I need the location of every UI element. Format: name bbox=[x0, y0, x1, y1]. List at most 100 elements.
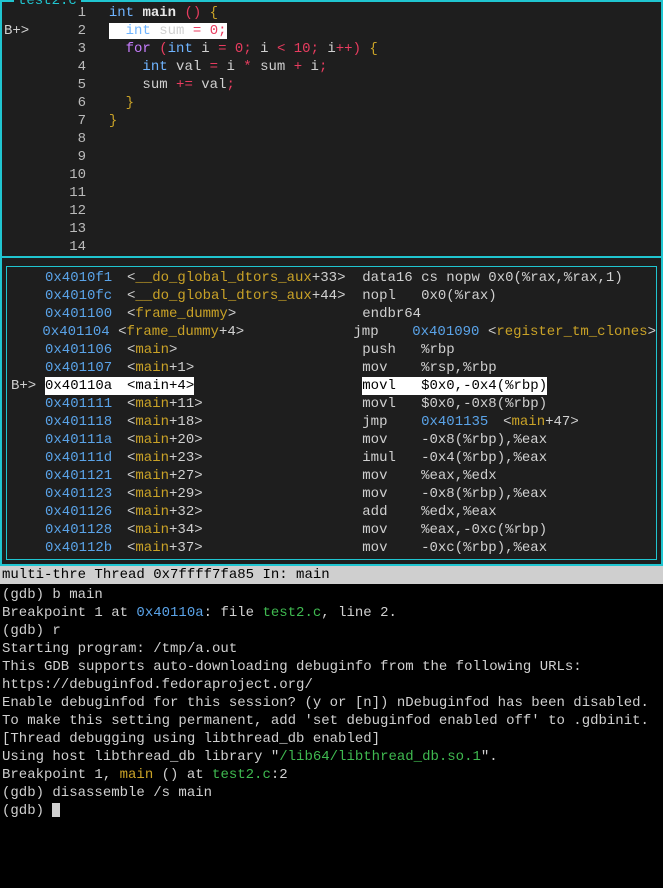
console-line: To make this setting permanent, add 'set… bbox=[2, 712, 661, 730]
breakpoint-margin[interactable] bbox=[11, 269, 45, 287]
line-number: 9 bbox=[64, 148, 92, 166]
asm-symbol: main bbox=[135, 468, 169, 484]
breakpoint-margin[interactable] bbox=[2, 130, 64, 148]
source-code: for (int i = 0; i < 10; i++) { bbox=[92, 40, 661, 58]
breakpoint-margin[interactable] bbox=[11, 323, 42, 341]
breakpoint-margin[interactable] bbox=[11, 431, 45, 449]
line-number: 3 bbox=[64, 40, 92, 58]
console-line: Enable debuginfod for this session? (y o… bbox=[2, 694, 661, 712]
source-line[interactable]: 8 bbox=[2, 130, 661, 148]
asm-symbol: __do_global_dtors_aux bbox=[135, 288, 311, 304]
asm-line[interactable]: 0x401118 <main+18> jmp 0x401135 <main+47… bbox=[7, 413, 656, 431]
asm-line[interactable]: 0x40111d <main+23> imul -0x4(%rbp),%eax bbox=[7, 449, 656, 467]
breakpoint-margin[interactable] bbox=[11, 521, 45, 539]
asm-instruction: mov -0xc(%rbp),%eax bbox=[362, 539, 547, 557]
breakpoint-margin[interactable] bbox=[11, 287, 45, 305]
breakpoint-margin[interactable] bbox=[11, 359, 45, 377]
source-line[interactable]: 10 bbox=[2, 166, 661, 184]
asm-line[interactable]: 0x40111a <main+20> mov -0x8(%rbp),%eax bbox=[7, 431, 656, 449]
asm-address: 0x4010fc bbox=[45, 287, 127, 305]
asm-instruction: push %rbp bbox=[362, 341, 454, 359]
breakpoint-margin[interactable] bbox=[11, 341, 45, 359]
source-line[interactable]: 11 bbox=[2, 184, 661, 202]
asm-line[interactable]: 0x401104 <frame_dummy+4> jmp 0x401090 <r… bbox=[7, 323, 656, 341]
source-code: sum += val; bbox=[92, 76, 661, 94]
breakpoint-margin[interactable] bbox=[11, 413, 45, 431]
breakpoint-margin[interactable] bbox=[11, 485, 45, 503]
source-code: int sum = 0; bbox=[92, 22, 661, 40]
breakpoint-margin[interactable] bbox=[11, 467, 45, 485]
breakpoint-margin[interactable] bbox=[11, 539, 45, 557]
source-line[interactable]: 12 bbox=[2, 202, 661, 220]
asm-line[interactable]: 0x401126 <main+32> add %edx,%eax bbox=[7, 503, 656, 521]
breakpoint-margin[interactable] bbox=[2, 76, 64, 94]
source-line[interactable]: 13 bbox=[2, 220, 661, 238]
asm-address: 0x40110a bbox=[45, 377, 127, 395]
source-line[interactable]: 9 bbox=[2, 148, 661, 166]
breakpoint-margin[interactable] bbox=[2, 202, 64, 220]
breakpoint-margin[interactable] bbox=[11, 305, 45, 323]
asm-instruction: movl $0x0,-0x8(%rbp) bbox=[362, 395, 547, 413]
asm-line[interactable]: B+>0x40110a <main+4> movl $0x0,-0x4(%rbp… bbox=[7, 377, 656, 395]
cursor[interactable] bbox=[52, 803, 60, 817]
asm-line[interactable]: 0x401100 <frame_dummy> endbr64 bbox=[7, 305, 656, 323]
console-line: This GDB supports auto-downloading debug… bbox=[2, 658, 661, 676]
breakpoint-margin[interactable] bbox=[2, 58, 64, 76]
source-line[interactable]: 7 } bbox=[2, 112, 661, 130]
line-number: 11 bbox=[64, 184, 92, 202]
asm-line[interactable]: 0x401111 <main+11> movl $0x0,-0x8(%rbp) bbox=[7, 395, 656, 413]
breakpoint-margin[interactable] bbox=[2, 112, 64, 130]
breakpoint-margin[interactable] bbox=[2, 184, 64, 202]
asm-body[interactable]: 0x4010f1 <__do_global_dtors_aux+33> data… bbox=[6, 266, 657, 560]
source-line[interactable]: 3 for (int i = 0; i < 10; i++) { bbox=[2, 40, 661, 58]
asm-line[interactable]: 0x401106 <main> push %rbp bbox=[7, 341, 656, 359]
asm-line[interactable]: 0x4010f1 <__do_global_dtors_aux+33> data… bbox=[7, 269, 656, 287]
asm-target-symbol: main bbox=[512, 413, 546, 431]
asm-symbol: main bbox=[135, 378, 169, 394]
breakpoint-margin[interactable] bbox=[11, 449, 45, 467]
asm-symbol: main bbox=[135, 450, 169, 466]
line-number: 10 bbox=[64, 166, 92, 184]
source-line[interactable]: 14 bbox=[2, 238, 661, 256]
source-code bbox=[92, 148, 661, 166]
asm-line[interactable]: 0x4010fc <__do_global_dtors_aux+44> nopl… bbox=[7, 287, 656, 305]
asm-line[interactable]: 0x401123 <main+29> mov -0x8(%rbp),%eax bbox=[7, 485, 656, 503]
breakpoint-margin[interactable] bbox=[2, 94, 64, 112]
asm-instruction: mov %rsp,%rbp bbox=[362, 359, 496, 377]
asm-pane: 0x4010f1 <__do_global_dtors_aux+33> data… bbox=[0, 256, 663, 566]
asm-address: 0x401128 bbox=[45, 521, 127, 539]
gdb-console[interactable]: (gdb) b mainBreakpoint 1 at 0x40110a: fi… bbox=[0, 584, 663, 820]
asm-symbol: main bbox=[135, 432, 169, 448]
breakpoint-margin[interactable] bbox=[11, 395, 45, 413]
source-body[interactable]: 1 int main () {B+>2 int sum = 0;3 for (i… bbox=[2, 4, 661, 256]
source-code bbox=[92, 166, 661, 184]
breakpoint-margin[interactable] bbox=[2, 148, 64, 166]
asm-symbol: __do_global_dtors_aux bbox=[135, 270, 311, 286]
asm-instruction: imul -0x4(%rbp),%eax bbox=[362, 449, 547, 467]
source-line[interactable]: 5 sum += val; bbox=[2, 76, 661, 94]
source-line[interactable]: 4 int val = i * sum + i; bbox=[2, 58, 661, 76]
asm-address: 0x401104 bbox=[42, 323, 118, 341]
asm-line[interactable]: 0x40112b <main+37> mov -0xc(%rbp),%eax bbox=[7, 539, 656, 557]
source-code bbox=[92, 130, 661, 148]
asm-address: 0x401107 bbox=[45, 359, 127, 377]
breakpoint-margin[interactable] bbox=[2, 166, 64, 184]
asm-address: 0x401106 bbox=[45, 341, 127, 359]
source-line[interactable]: 6 } bbox=[2, 94, 661, 112]
line-number: 14 bbox=[64, 238, 92, 256]
asm-line[interactable]: 0x401128 <main+34> mov %eax,-0xc(%rbp) bbox=[7, 521, 656, 539]
asm-address: 0x40112b bbox=[45, 539, 127, 557]
breakpoint-margin[interactable] bbox=[2, 40, 64, 58]
console-line: Breakpoint 1 at 0x40110a: file test2.c, … bbox=[2, 604, 661, 622]
breakpoint-margin[interactable]: B+> bbox=[2, 22, 64, 40]
breakpoint-margin[interactable] bbox=[2, 238, 64, 256]
breakpoint-margin[interactable]: B+> bbox=[11, 377, 45, 395]
asm-instruction: mov %eax,%edx bbox=[362, 467, 496, 485]
source-line[interactable]: 1 int main () { bbox=[2, 4, 661, 22]
asm-line[interactable]: 0x401121 <main+27> mov %eax,%edx bbox=[7, 467, 656, 485]
breakpoint-margin[interactable] bbox=[11, 503, 45, 521]
source-pane: test2.c 1 int main () {B+>2 int sum = 0;… bbox=[0, 0, 663, 256]
source-line[interactable]: B+>2 int sum = 0; bbox=[2, 22, 661, 40]
asm-line[interactable]: 0x401107 <main+1> mov %rsp,%rbp bbox=[7, 359, 656, 377]
breakpoint-margin[interactable] bbox=[2, 220, 64, 238]
